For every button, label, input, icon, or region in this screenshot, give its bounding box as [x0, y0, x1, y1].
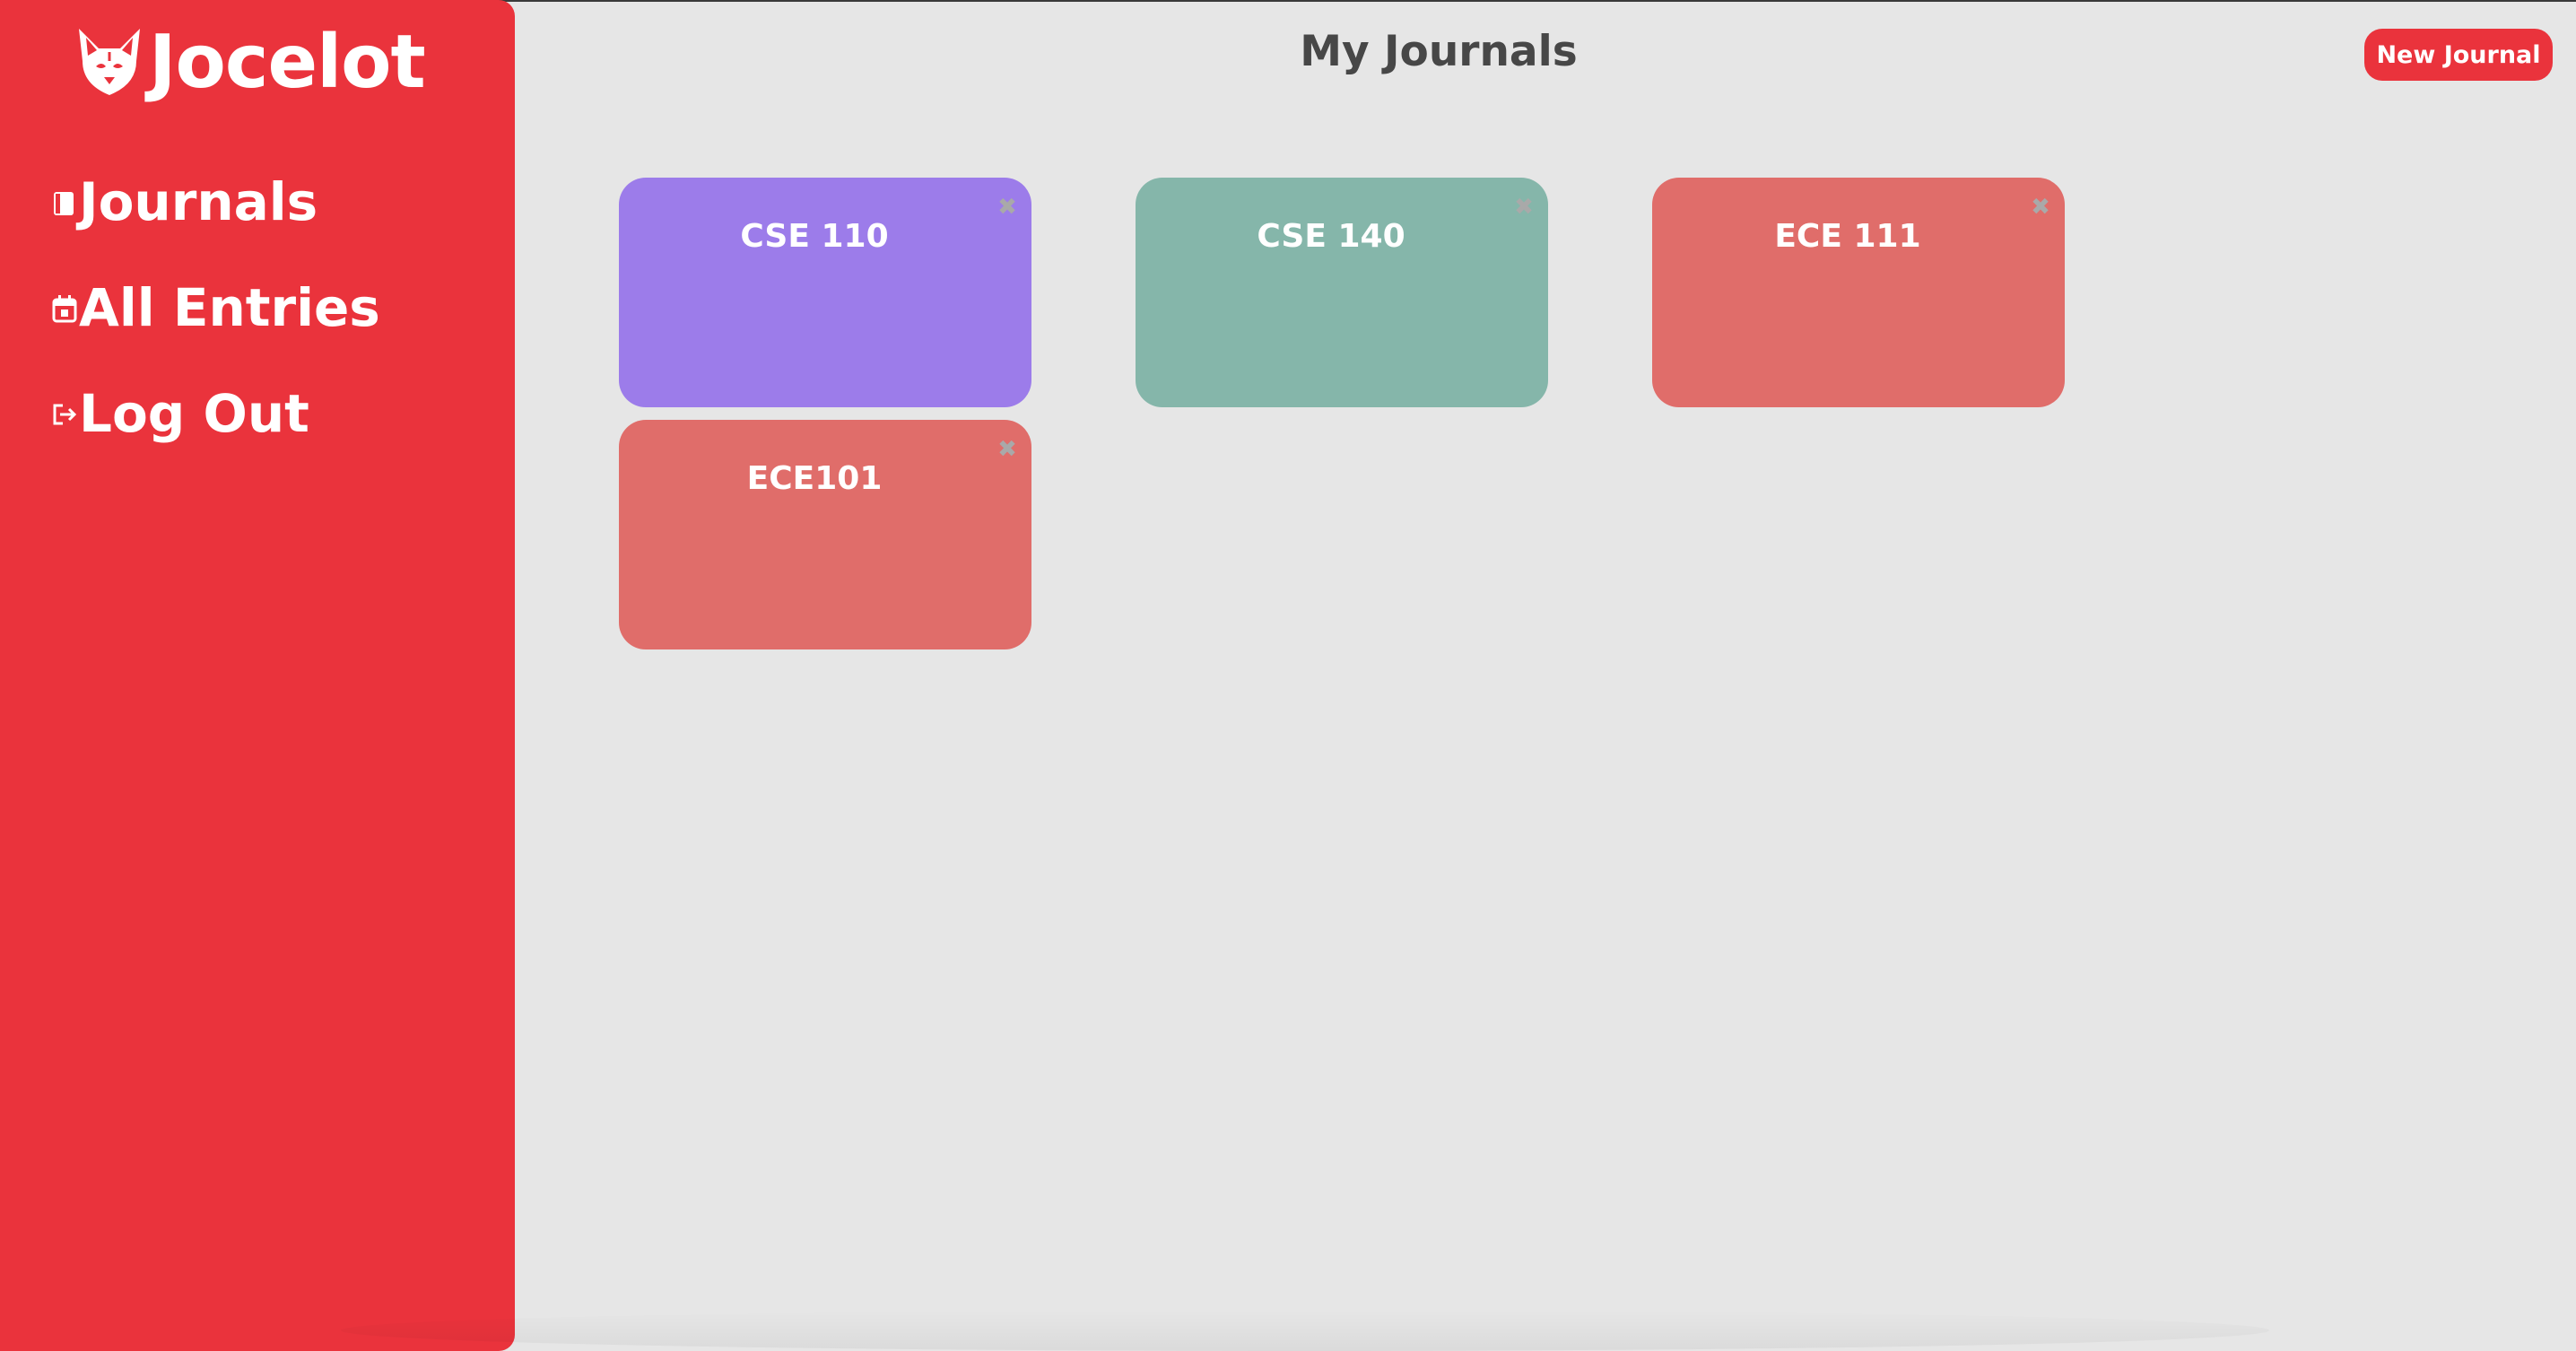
calendar-icon	[52, 295, 77, 323]
logo[interactable]: Jocelot	[72, 20, 426, 105]
close-icon[interactable]: ✖	[1512, 196, 1536, 219]
sidebar-item-journals[interactable]: Journals	[50, 176, 318, 228]
journal-icon	[54, 192, 74, 215]
page-title: My Journals	[1300, 27, 1578, 76]
journal-card[interactable]: CSE 140 ✖	[1136, 178, 1548, 407]
sidebar-item-label: All Entries	[79, 277, 380, 338]
sidebar-item-all-entries[interactable]: All Entries	[50, 282, 380, 334]
app-name: Jocelot	[149, 20, 426, 105]
journal-card[interactable]: ECE 111 ✖	[1652, 178, 2065, 407]
close-icon[interactable]: ✖	[2029, 196, 2052, 219]
close-icon[interactable]: ✖	[996, 438, 1019, 461]
journal-card[interactable]: CSE 110 ✖	[619, 178, 1031, 407]
sidebar: Jocelot Journals All Entries Log Out	[0, 0, 515, 1351]
journal-title: CSE 140	[1257, 218, 1405, 255]
sidebar-item-log-out[interactable]: Log Out	[50, 388, 309, 440]
logout-icon	[53, 404, 77, 425]
bottom-shadow	[341, 1310, 2269, 1351]
sidebar-item-label: Log Out	[79, 383, 309, 444]
close-icon[interactable]: ✖	[996, 196, 1019, 219]
ocelot-head-icon	[79, 29, 140, 95]
journal-title: ECE 111	[1774, 218, 1921, 255]
journal-title: CSE 110	[740, 218, 889, 255]
journal-title: ECE101	[746, 460, 883, 497]
new-journal-button[interactable]: New Journal	[2364, 29, 2553, 81]
sidebar-item-label: Journals	[79, 171, 318, 232]
journal-card[interactable]: ECE101 ✖	[619, 420, 1031, 649]
